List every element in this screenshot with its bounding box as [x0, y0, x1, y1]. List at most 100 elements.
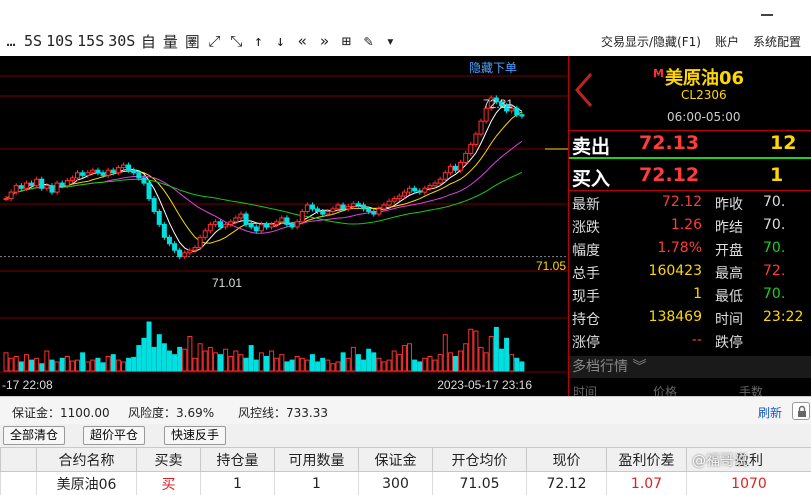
- col-header[interactable]: 持仓量: [200, 447, 275, 472]
- col-header[interactable]: 买卖: [136, 447, 201, 472]
- grid-icon[interactable]: ⊞: [335, 30, 357, 52]
- back-arrow-icon[interactable]: [573, 70, 595, 110]
- volume-bar: [498, 348, 504, 372]
- col-header[interactable]: 盈利价差: [606, 447, 687, 472]
- volume-bar: [95, 357, 101, 372]
- candle-body: [156, 210, 162, 225]
- stat-label: 昨结: [715, 220, 743, 236]
- hide-order-label[interactable]: 隐藏下单: [469, 61, 517, 75]
- volume-bar: [401, 345, 407, 372]
- col-header[interactable]: 保证金: [358, 447, 433, 472]
- volume-bar: [488, 336, 494, 372]
- volume-bar: [442, 334, 448, 372]
- volume-bar: [166, 350, 172, 372]
- time-axis-start: -17 22:08: [2, 378, 53, 392]
- volume-bar: [315, 361, 321, 372]
- col-header[interactable]: 开仓均价: [432, 447, 527, 472]
- stat-value: 70.: [763, 286, 786, 302]
- candle-body: [161, 223, 167, 238]
- minimize-icon[interactable]: [761, 4, 775, 18]
- volume-bar: [483, 352, 489, 372]
- period-1min-button[interactable]: …: [0, 30, 22, 52]
- stat-label: 幅度: [572, 243, 600, 259]
- candle-body: [376, 208, 382, 215]
- volume-bar: [437, 354, 443, 372]
- col-header[interactable]: 合约名称: [36, 447, 137, 472]
- volume-bar: [182, 348, 188, 372]
- volume-bar: [54, 361, 60, 372]
- candle-body: [126, 164, 132, 171]
- refresh-link[interactable]: 刷新: [758, 404, 782, 421]
- over-price-close-button[interactable]: 超价平仓: [83, 426, 146, 445]
- cell-profit-spread: 1.07: [606, 471, 687, 495]
- candle-body: [146, 182, 152, 200]
- candle-body: [75, 172, 81, 179]
- volume-bar: [320, 357, 326, 372]
- price-line-label: 71.05: [536, 259, 566, 273]
- candle-body: [473, 133, 479, 145]
- candlestick-chart[interactable]: 隐藏下单 72.31 71.01 71.05 -17 22:08 2023-05-17 2…: [0, 56, 568, 396]
- positions-table: 合约名称 买卖 持仓量 可用数量 保证金 开仓均价 现价 盈利价差 盈利 美原油…: [0, 447, 811, 495]
- volume-toggle-button[interactable]: 量: [159, 30, 181, 52]
- candle-body: [100, 172, 106, 176]
- stat-value: 70.: [763, 217, 786, 233]
- volume-bar: [85, 361, 91, 372]
- period-30s-button[interactable]: 30S: [106, 30, 137, 52]
- candle-body: [264, 223, 269, 228]
- stat-label: 涨停: [572, 335, 600, 351]
- candlestick-chart-panel[interactable]: 隐藏下单 72.31 71.01 71.05 -17 22:08 2023-05-17 2…: [0, 56, 568, 396]
- quote-stat-row: 持仓 138469 时间 23:22: [569, 309, 811, 331]
- stat-label: 现手: [572, 289, 600, 305]
- volume-bar: [284, 361, 290, 372]
- custom-period-button[interactable]: 自: [137, 30, 159, 52]
- low-price-label: 71.01: [212, 276, 242, 290]
- draw-pen-icon[interactable]: ✎: [357, 30, 379, 52]
- double-right-icon[interactable]: »: [313, 30, 335, 52]
- candle-body: [355, 203, 361, 206]
- volume-bar: [325, 359, 331, 372]
- col-header[interactable]: 现价: [526, 447, 607, 472]
- col-header[interactable]: 可用数量: [274, 447, 359, 472]
- menu-account[interactable]: 账户: [715, 33, 739, 50]
- quote-stat-row: 现手 1 最低 70.: [569, 286, 811, 308]
- period-10s-button[interactable]: 10S: [44, 30, 75, 52]
- volume-bar: [218, 354, 224, 372]
- depth-header[interactable]: 多档行情 ︾: [569, 356, 811, 378]
- period-15s-button[interactable]: 15S: [75, 30, 106, 52]
- volume-bar: [223, 348, 229, 372]
- fullscreen-chart-button[interactable]: 圛: [181, 30, 203, 52]
- ask-row[interactable]: 卖出 72.13 12: [569, 132, 811, 158]
- quick-reverse-button[interactable]: 快速反手: [164, 426, 227, 445]
- bid-row[interactable]: 买入 72.12 1: [569, 164, 811, 190]
- row-index-header: [0, 447, 37, 472]
- candle-body: [120, 164, 126, 169]
- chart-toolbar: … 5S 10S 15S 30S 自量圛 ⤢ ⤡ ↑ ↓ «» ⊞ ✎ ▾: [0, 30, 401, 52]
- candle-body: [177, 249, 183, 258]
- candle-body: [39, 178, 45, 189]
- candle-body: [228, 221, 234, 225]
- close-all-button[interactable]: 全部清仓: [3, 426, 66, 445]
- menu-toggle-trade[interactable]: 交易显示/隐藏(F1): [601, 33, 701, 50]
- stat-value: 70.: [763, 240, 786, 256]
- volume-bar: [39, 363, 45, 372]
- expand-icon[interactable]: ⤢: [203, 30, 225, 52]
- candle-body: [223, 223, 229, 228]
- stat-label: 最低: [715, 289, 743, 305]
- volume-bar: [294, 355, 300, 372]
- table-row[interactable]: 美原油06 买 1 1 300 71.05 72.12 1.07 1070: [0, 471, 811, 495]
- lock-icon[interactable]: [792, 402, 810, 420]
- double-left-icon[interactable]: «: [291, 30, 313, 52]
- stat-value: 72.12: [661, 194, 702, 210]
- risk-degree: 风险度：3.69%: [128, 406, 215, 420]
- period-5s-button[interactable]: 5S: [22, 30, 44, 52]
- dropdown-caret-icon[interactable]: ▾: [379, 30, 401, 52]
- candle-body: [90, 169, 96, 174]
- arrow-up-icon[interactable]: ↑: [247, 30, 269, 52]
- top-menu: 交易显示/隐藏(F1) 账户 系统配置: [601, 33, 801, 50]
- cell-side: 买: [136, 471, 201, 495]
- menu-system-config[interactable]: 系统配置: [753, 33, 801, 50]
- candle-body: [258, 223, 264, 232]
- candle-body: [182, 252, 188, 258]
- shrink-icon[interactable]: ⤡: [225, 30, 247, 52]
- arrow-down-icon[interactable]: ↓: [269, 30, 291, 52]
